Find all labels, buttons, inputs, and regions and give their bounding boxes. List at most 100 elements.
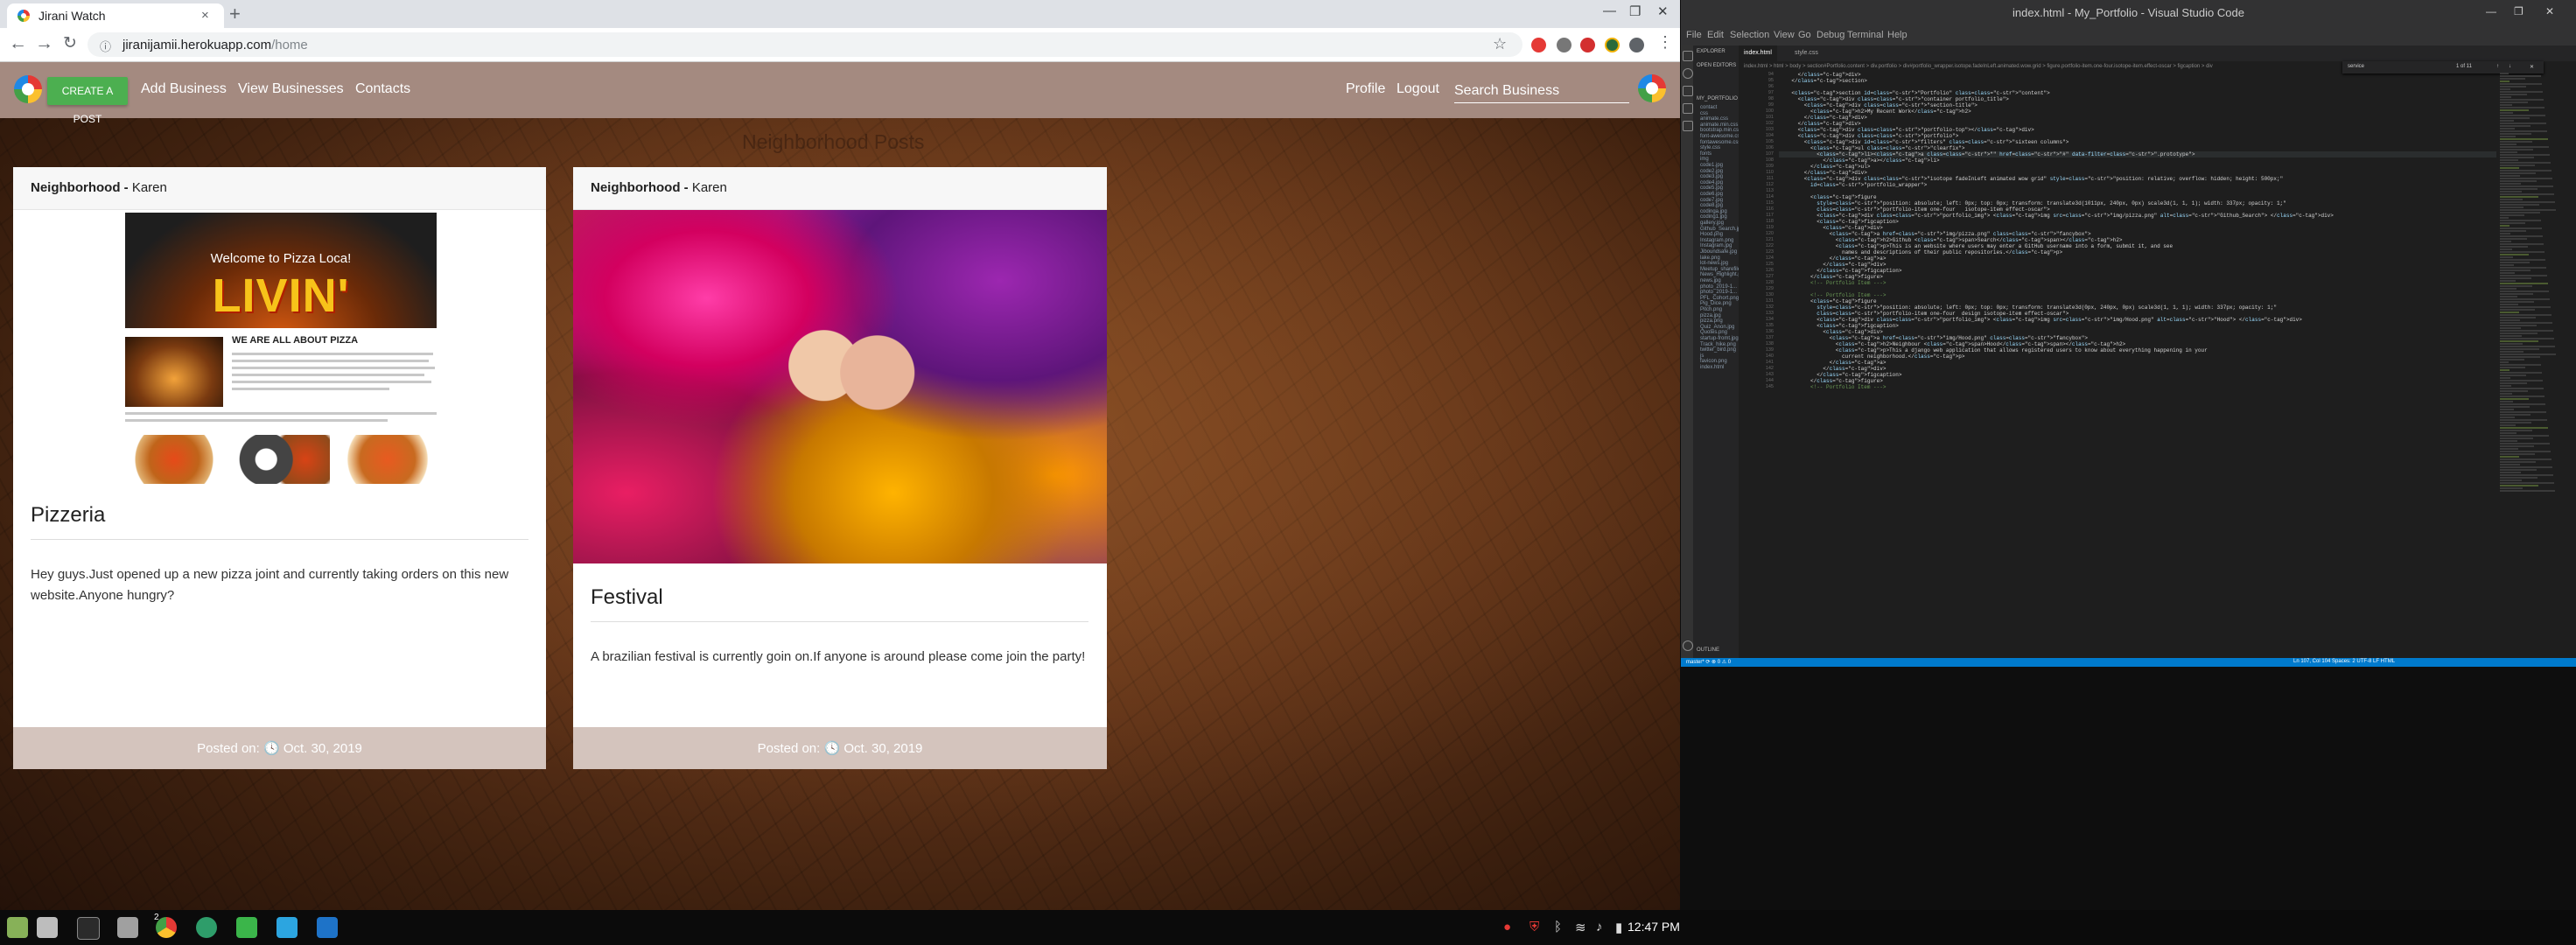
file-tree-item[interactable]: Jiboundsafe.jpg: [1700, 249, 1737, 255]
code-line[interactable]: </class="c-tag">div>: [1779, 262, 2496, 268]
code-line[interactable]: style=class="c-str">"position: absolute;…: [1779, 200, 2496, 206]
code-line[interactable]: </class="c-tag">figure>: [1779, 274, 2496, 280]
address-bar[interactable]: ⓘ jiranijamii.herokuapp.com/home ☆: [88, 32, 1522, 57]
file-tree-item[interactable]: Pig_Dice.png: [1700, 301, 1732, 306]
code-line[interactable]: <class="c-tag">figcaption>: [1779, 219, 2496, 225]
file-tree-item[interactable]: Hood.png: [1700, 232, 1723, 237]
file-tree-item[interactable]: Instagram.png: [1700, 238, 1733, 243]
file-tree-item[interactable]: animate.min.css: [1700, 122, 1738, 128]
user-avatar-icon[interactable]: [1638, 74, 1666, 102]
code-line[interactable]: <!-- Portfolio Item --->: [1779, 384, 2496, 390]
code-line[interactable]: <class="c-tag">div class=class="c-str">"…: [1779, 127, 2496, 133]
code-line[interactable]: </class="c-tag">figcaption>: [1779, 372, 2496, 378]
volume-icon[interactable]: ♪: [1596, 920, 1603, 934]
code-line[interactable]: names and descriptions of their public r…: [1779, 249, 2496, 256]
code-line[interactable]: </class="c-tag">a>: [1779, 360, 2496, 366]
file-tree-item[interactable]: img: [1700, 157, 1709, 162]
folder-icon[interactable]: [117, 917, 138, 938]
code-line[interactable]: <class="c-tag">a href=class="c-str">"img…: [1779, 335, 2496, 341]
file-tree-item[interactable]: news.jpg: [1700, 278, 1721, 284]
nav-view-businesses[interactable]: View Businesses: [238, 81, 344, 97]
code-line[interactable]: <class="c-tag">li><class="c-tag">a class…: [1779, 151, 2496, 158]
code-line[interactable]: <class="c-tag">div>: [1779, 225, 2496, 231]
editor-status[interactable]: Ln 107, Col 104 Spaces: 2 UTF-8 LF HTML: [2293, 659, 2395, 664]
file-tree-item[interactable]: Instagram.jpg: [1700, 243, 1732, 248]
code-line[interactable]: </class="c-tag">div>: [1779, 121, 2496, 127]
vscode-icon[interactable]: [317, 917, 338, 938]
window-close-button[interactable]: ✕: [1657, 4, 1669, 19]
find-input[interactable]: service: [2348, 64, 2364, 69]
open-editors-header[interactable]: OPEN EDITORS: [1697, 63, 1736, 68]
file-tree-item[interactable]: lake.png: [1700, 256, 1720, 261]
extension-opera-icon[interactable]: [1531, 38, 1546, 52]
search-business-field[interactable]: [1454, 81, 1629, 103]
code-line[interactable]: </class="c-tag">div>: [1779, 115, 2496, 121]
file-tree-item[interactable]: Quotes.png: [1700, 330, 1727, 335]
telegram-icon[interactable]: [276, 917, 298, 938]
file-tree-item[interactable]: photo_2019-1...: [1700, 284, 1737, 290]
code-line[interactable]: <class="c-tag">h2>Neighbour <class="c-ta…: [1779, 341, 2496, 347]
nav-logout[interactable]: Logout: [1396, 81, 1439, 97]
menu-debug[interactable]: Debug: [1816, 30, 1844, 40]
code-line[interactable]: <class="c-tag">div class=class="c-str">"…: [1779, 176, 2496, 182]
code-line[interactable]: </class="c-tag">a>: [1779, 256, 2496, 262]
code-line[interactable]: <class="c-tag">p>This is an website wher…: [1779, 243, 2496, 249]
code-line[interactable]: <class="c-tag">p>This a django web appli…: [1779, 347, 2496, 354]
file-tree-item[interactable]: index.html: [1700, 365, 1724, 370]
code-line[interactable]: class=class="c-str">"portfolio-item one-…: [1779, 311, 2496, 317]
extensions-icon[interactable]: [1683, 121, 1693, 131]
source-control-icon[interactable]: [1683, 86, 1693, 96]
bookmark-star-icon[interactable]: ☆: [1493, 35, 1507, 53]
bluetooth-icon[interactable]: ᛒ: [1554, 920, 1562, 934]
wifi-icon[interactable]: ≋: [1575, 920, 1586, 935]
tab-close-icon[interactable]: ×: [201, 8, 209, 23]
code-line[interactable]: <class="c-tag">a href=class="c-str">"img…: [1779, 231, 2496, 237]
file-tree-item[interactable]: css: [1700, 111, 1708, 116]
code-line[interactable]: <class="c-tag">h2>Github <class="c-tag">…: [1779, 237, 2496, 243]
menu-file[interactable]: File: [1686, 30, 1702, 40]
tray-shield-icon[interactable]: ⛨: [1530, 920, 1539, 934]
window-close-button[interactable]: ✕: [2545, 5, 2554, 18]
code-line[interactable]: </class="c-tag">ul>: [1779, 164, 2496, 170]
file-tree-item[interactable]: animate.css: [1700, 116, 1728, 122]
code-line[interactable]: [1779, 188, 2496, 194]
file-tree-item[interactable]: code4.jpg: [1700, 180, 1723, 186]
menu-kebab-icon[interactable]: ⋮: [1657, 33, 1673, 52]
file-tree-item[interactable]: gallery.jpg: [1700, 220, 1724, 226]
code-line[interactable]: <class="c-tag">figure: [1779, 194, 2496, 200]
extension-icon[interactable]: [1557, 38, 1572, 52]
clock[interactable]: 12:47 PM: [1628, 920, 1680, 934]
file-tree-item[interactable]: code1.jpg: [1700, 163, 1723, 168]
file-tree-item[interactable]: style.css: [1700, 145, 1720, 150]
file-tree-item[interactable]: code3.jpg: [1700, 174, 1723, 179]
back-arrow-icon[interactable]: ←: [9, 33, 27, 54]
window-minimize-button[interactable]: —: [2486, 5, 2496, 18]
file-tree-item[interactable]: Pitch.png: [1700, 307, 1722, 312]
tab-jirani-watch[interactable]: Jirani Watch ×: [7, 4, 224, 28]
window-maximize-button[interactable]: ❐: [1629, 4, 1641, 19]
file-tree-item[interactable]: code8.jpg: [1700, 203, 1723, 208]
file-tree-item[interactable]: photo_2019-1...: [1700, 290, 1737, 295]
code-line[interactable]: </class="c-tag">section>: [1779, 78, 2496, 84]
code-line[interactable]: </class="c-tag">div>: [1779, 170, 2496, 176]
file-tree-item[interactable]: twitter_bird.png: [1700, 347, 1736, 353]
extension-youtube-icon[interactable]: [1580, 38, 1595, 52]
code-line[interactable]: id=class="c-str">"portfolio_wrapper">: [1779, 182, 2496, 188]
code-line[interactable]: </class="c-tag">a></class="c-tag">li>: [1779, 158, 2496, 164]
file-tree-item[interactable]: Meetup_sharefile...: [1700, 267, 1739, 272]
code-line[interactable]: </class="c-tag">div>: [1779, 366, 2496, 372]
code-line[interactable]: <class="c-tag">h2>My Recent Work</class=…: [1779, 108, 2496, 115]
file-tree-item[interactable]: codinga.jpg: [1700, 209, 1727, 214]
search-business-input[interactable]: [1454, 81, 1629, 101]
file-tree-item[interactable]: code2.jpg: [1700, 169, 1723, 174]
project-header[interactable]: MY_PORTFOLIO: [1697, 96, 1738, 102]
code-line[interactable]: <class="c-tag">div>: [1779, 329, 2496, 335]
file-tree-item[interactable]: Github_Search.jpg: [1700, 227, 1739, 232]
menu-help[interactable]: Help: [1887, 30, 1908, 40]
code-line[interactable]: <class="c-tag">div class=class="c-str">"…: [1779, 317, 2496, 323]
search-icon[interactable]: [1683, 68, 1693, 79]
gitkraken-icon[interactable]: [196, 917, 217, 938]
file-tree-item[interactable]: favicon.png: [1700, 359, 1727, 364]
outline-header[interactable]: OUTLINE: [1697, 648, 1719, 653]
code-line[interactable]: <class="c-tag">ul class=class="c-str">"c…: [1779, 145, 2496, 151]
